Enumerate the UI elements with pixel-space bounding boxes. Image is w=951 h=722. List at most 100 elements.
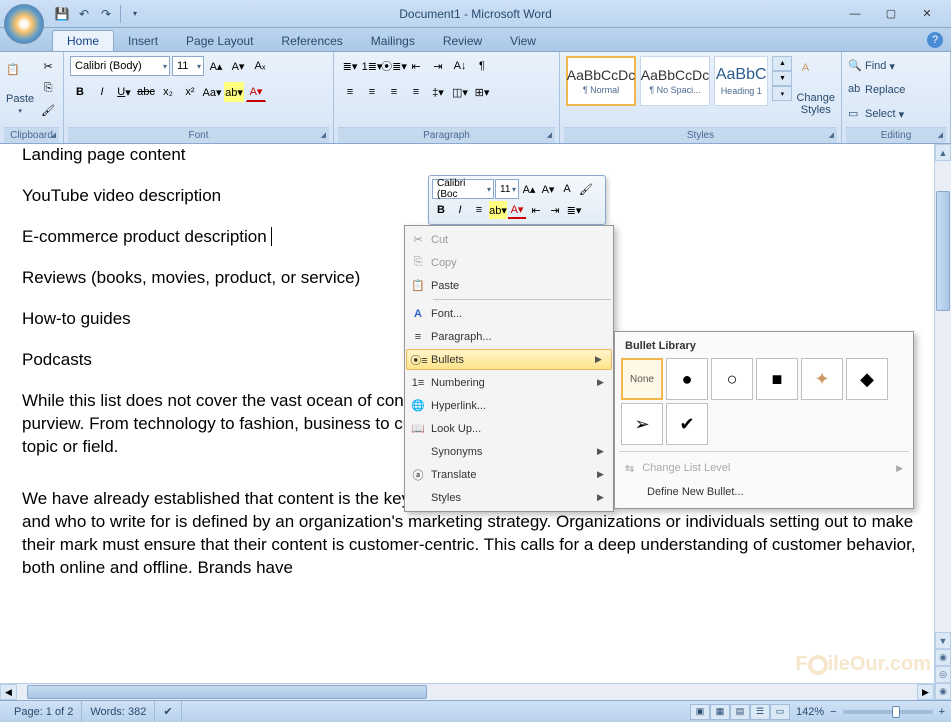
bullet-none[interactable]: None xyxy=(621,358,663,400)
tab-mailings[interactable]: Mailings xyxy=(357,31,429,51)
maximize-button[interactable]: ▢ xyxy=(877,5,905,23)
underline-icon[interactable]: U▾ xyxy=(114,82,134,102)
mini-styles-icon[interactable]: A xyxy=(558,180,576,198)
tab-view[interactable]: View xyxy=(496,31,550,51)
align-center-icon[interactable]: ≡ xyxy=(362,82,382,102)
font-color-icon[interactable]: A▾ xyxy=(246,82,266,102)
mini-font-combo[interactable]: Calibri (Boc xyxy=(432,179,494,199)
proofing-icon[interactable]: ✔ xyxy=(155,701,181,722)
bullets-icon[interactable]: ≣▾ xyxy=(340,56,360,76)
qat-customize-icon[interactable]: ▾ xyxy=(125,4,145,24)
styles-down-icon[interactable]: ▼ xyxy=(772,71,792,86)
mini-fontcolor-icon[interactable]: A▾ xyxy=(508,201,526,219)
scroll-down-icon[interactable]: ▼ xyxy=(935,632,951,649)
full-screen-icon[interactable]: ▦ xyxy=(710,704,730,720)
zoom-in-icon[interactable]: + xyxy=(939,706,945,718)
mini-grow-icon[interactable]: A▴ xyxy=(520,180,538,198)
outline-icon[interactable]: ☰ xyxy=(750,704,770,720)
justify-icon[interactable]: ≡ xyxy=(406,82,426,102)
minimize-button[interactable]: — xyxy=(841,5,869,23)
bullet-arrow[interactable]: ➢ xyxy=(621,403,663,445)
cm-hyperlink[interactable]: 🌐Hyperlink... xyxy=(405,394,613,417)
numbering-icon[interactable]: 1≣▾ xyxy=(362,56,382,76)
align-right-icon[interactable]: ≡ xyxy=(384,82,404,102)
tab-page-layout[interactable]: Page Layout xyxy=(172,31,267,51)
scroll-left-icon[interactable]: ◀ xyxy=(0,684,17,700)
cm-bullets[interactable]: ⦿≡Bullets▶ xyxy=(406,349,612,370)
zoom-level[interactable]: 142% xyxy=(796,706,824,718)
mini-highlight-icon[interactable]: ab▾ xyxy=(489,201,507,219)
cm-paste[interactable]: 📋Paste xyxy=(405,274,613,297)
font-size-combo[interactable]: 11 xyxy=(172,56,204,76)
save-icon[interactable]: 💾 xyxy=(52,4,72,24)
cm-cut[interactable]: ✂Cut xyxy=(405,228,613,251)
mini-shrink-icon[interactable]: A▾ xyxy=(539,180,557,198)
tab-insert[interactable]: Insert xyxy=(114,31,172,51)
bullet-circle[interactable]: ○ xyxy=(711,358,753,400)
print-layout-icon[interactable]: ▣ xyxy=(690,704,710,720)
zoom-slider[interactable] xyxy=(843,710,933,714)
line-spacing-icon[interactable]: ‡▾ xyxy=(428,82,448,102)
undo-icon[interactable]: ↶ xyxy=(74,4,94,24)
web-layout-icon[interactable]: ▤ xyxy=(730,704,750,720)
bullet-check[interactable]: ✔ xyxy=(666,403,708,445)
scroll-right-icon[interactable]: ▶ xyxy=(917,684,934,700)
grow-font-icon[interactable]: A▴ xyxy=(206,56,226,76)
change-styles-button[interactable]: A Change Styles xyxy=(796,56,835,122)
bullet-4diamond[interactable]: ✦ xyxy=(801,358,843,400)
help-icon[interactable]: ? xyxy=(927,32,943,48)
redo-icon[interactable]: ↷ xyxy=(96,4,116,24)
zoom-knob[interactable] xyxy=(892,706,900,718)
change-case-icon[interactable]: Aa▾ xyxy=(202,82,222,102)
bullet-diamond[interactable]: ◆ xyxy=(846,358,888,400)
italic-icon[interactable]: I xyxy=(92,82,112,102)
styles-up-icon[interactable]: ▲ xyxy=(772,56,792,71)
styles-more-icon[interactable]: ▾ xyxy=(772,86,792,101)
copy-icon[interactable]: ⎘ xyxy=(38,78,58,98)
mini-bold-icon[interactable]: B xyxy=(432,201,450,219)
sort-icon[interactable]: A↓ xyxy=(450,56,470,76)
mini-bullets-icon[interactable]: ≣▾ xyxy=(565,201,583,219)
cut-icon[interactable]: ✂ xyxy=(38,56,58,76)
mini-dec-indent-icon[interactable]: ⇤ xyxy=(527,201,545,219)
tab-review[interactable]: Review xyxy=(429,31,496,51)
dec-indent-icon[interactable]: ⇤ xyxy=(406,56,426,76)
cm-numbering[interactable]: 1≡Numbering▶ xyxy=(405,371,613,394)
scroll-thumb[interactable] xyxy=(936,191,950,311)
style-heading-1[interactable]: AaBbC Heading 1 xyxy=(714,56,768,106)
inc-indent-icon[interactable]: ⇥ xyxy=(428,56,448,76)
cm-styles[interactable]: Styles▶ xyxy=(405,486,613,509)
select-button[interactable]: ▭Select ▾ xyxy=(848,104,944,124)
borders-icon[interactable]: ⊞▾ xyxy=(472,82,492,102)
multilevel-icon[interactable]: ⦿≣▾ xyxy=(384,56,404,76)
cm-copy[interactable]: ⎘Copy xyxy=(405,251,613,274)
prev-page-icon[interactable]: ◉ xyxy=(935,649,951,666)
strike-icon[interactable]: abc xyxy=(136,82,156,102)
browse-object-icon[interactable]: ◎ xyxy=(935,666,951,683)
clear-format-icon[interactable]: Aₓ xyxy=(250,56,270,76)
superscript-icon[interactable]: x² xyxy=(180,82,200,102)
mini-painter-icon[interactable]: 🖌 xyxy=(577,180,595,198)
mini-inc-indent-icon[interactable]: ⇥ xyxy=(546,201,564,219)
tab-references[interactable]: References xyxy=(267,31,356,51)
show-marks-icon[interactable]: ¶ xyxy=(472,56,492,76)
page-indicator[interactable]: Page: 1 of 2 xyxy=(6,701,82,722)
cm-paragraph[interactable]: ≡Paragraph... xyxy=(405,325,613,348)
style-no-spacing[interactable]: AaBbCcDc ¶ No Spaci... xyxy=(640,56,710,106)
highlight-icon[interactable]: ab▾ xyxy=(224,82,244,102)
tab-home[interactable]: Home xyxy=(52,30,114,51)
word-count[interactable]: Words: 382 xyxy=(82,701,155,722)
draft-icon[interactable]: ▭ xyxy=(770,704,790,720)
font-name-combo[interactable]: Calibri (Body) xyxy=(70,56,170,76)
close-button[interactable]: ✕ xyxy=(913,5,941,23)
cm-font[interactable]: AFont... xyxy=(405,302,613,325)
bold-icon[interactable]: B xyxy=(70,82,90,102)
zoom-out-icon[interactable]: − xyxy=(830,706,836,718)
format-painter-icon[interactable]: 🖌 xyxy=(38,100,58,120)
horizontal-scrollbar[interactable]: ◀ ▶ xyxy=(0,683,934,700)
office-button[interactable] xyxy=(4,4,44,44)
mini-italic-icon[interactable]: I xyxy=(451,201,469,219)
subscript-icon[interactable]: x₂ xyxy=(158,82,178,102)
cm-synonyms[interactable]: Synonyms▶ xyxy=(405,440,613,463)
shrink-font-icon[interactable]: A▾ xyxy=(228,56,248,76)
